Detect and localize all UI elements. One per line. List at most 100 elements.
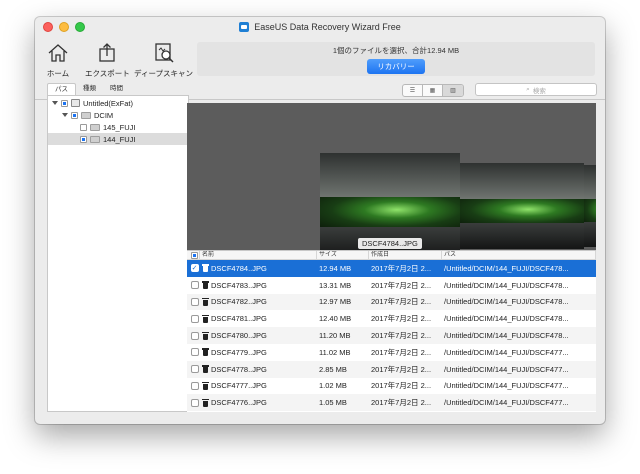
- row-checkbox[interactable]: [190, 331, 199, 340]
- file-path: /Untitled/DCIM/144_FUJI/DSCF478...: [444, 331, 569, 341]
- select-all-checkbox[interactable]: [187, 251, 200, 259]
- file-date: 2017年7月2日 2...: [371, 364, 432, 374]
- close-window-button[interactable]: [43, 22, 53, 32]
- file-path: /Untitled/DCIM/144_FUJI/DSCF477...: [444, 381, 569, 391]
- preview-view-icon[interactable]: ▥: [443, 85, 463, 96]
- row-checkbox[interactable]: [190, 398, 199, 407]
- tree-item-label: 144_FUJI: [103, 134, 136, 144]
- table-row[interactable]: DSCF4783..JPG 13.31 MB 2017年7月2日 2... /U…: [187, 277, 596, 294]
- row-checkbox[interactable]: ✓: [190, 264, 199, 273]
- file-name: DSCF4783..JPG: [211, 280, 267, 290]
- grid-view-icon[interactable]: ▦: [423, 85, 443, 96]
- zoom-window-button[interactable]: [75, 22, 85, 32]
- deleted-file-icon: [202, 348, 209, 357]
- deleted-file-icon: [202, 314, 209, 323]
- table-row[interactable]: DSCF4779..JPG 11.02 MB 2017年7月2日 2... /U…: [187, 344, 596, 361]
- table-row[interactable]: DSCF4777..JPG 1.02 MB 2017年7月2日 2... /Un…: [187, 378, 596, 395]
- home-button[interactable]: ホーム: [45, 41, 71, 79]
- tree-item-label: Untitled(ExFat): [83, 98, 134, 108]
- file-date: 2017年7月2日 2...: [371, 381, 432, 391]
- export-label: エクスポート: [85, 69, 130, 78]
- recover-button[interactable]: リカバリー: [367, 58, 425, 74]
- preview-pane: DSCF4784..JPG: [187, 103, 596, 250]
- file-date: 2017年7月2日 2...: [371, 398, 432, 408]
- search-input[interactable]: ⌕ 検索: [475, 83, 597, 96]
- column-header-date[interactable]: 作成日: [369, 251, 442, 259]
- title-bar: EaseUS Data Recovery Wizard Free: [35, 17, 605, 37]
- file-name: DSCF4776..JPG: [211, 398, 267, 408]
- home-label: ホーム: [46, 69, 70, 78]
- file-size: 12.97 MB: [319, 297, 352, 307]
- file-name: DSCF4777..JPG: [211, 381, 267, 391]
- export-icon: [99, 43, 116, 62]
- tab-type[interactable]: 種類: [76, 83, 103, 95]
- selection-status-panel: 1個のファイルを選択、合計12.94 MB リカバリー: [197, 42, 595, 76]
- file-path: /Untitled/DCIM/144_FUJI/DSCF477...: [444, 398, 569, 408]
- deep-scan-label: ディープスキャン: [134, 69, 194, 78]
- table-row[interactable]: ✓ DSCF4784..JPG 12.94 MB 2017年7月2日 2... …: [187, 260, 596, 277]
- row-checkbox[interactable]: [190, 281, 199, 290]
- app-window: EaseUS Data Recovery Wizard Free ホーム エクス…: [35, 17, 605, 424]
- table-row[interactable]: DSCF4781..JPG 12.40 MB 2017年7月2日 2... /U…: [187, 310, 596, 327]
- preview-image-next[interactable]: [460, 163, 584, 249]
- list-view-icon[interactable]: ☰: [403, 85, 423, 96]
- tree-item-label: 145_FUJI: [103, 122, 136, 132]
- export-button[interactable]: エクスポート: [85, 41, 130, 79]
- search-placeholder: 検索: [532, 87, 546, 95]
- row-checkbox[interactable]: [190, 297, 199, 306]
- table-row[interactable]: DSCF4776..JPG 1.05 MB 2017年7月2日 2... /Un…: [187, 394, 596, 412]
- folder-icon: [90, 123, 100, 131]
- tree-checkbox[interactable]: [61, 99, 68, 107]
- tree-checkbox[interactable]: [71, 111, 78, 119]
- table-row[interactable]: DSCF4782..JPG 12.97 MB 2017年7月2日 2... /U…: [187, 293, 596, 311]
- preview-image-next-2[interactable]: [584, 165, 596, 247]
- deleted-file-icon: [202, 281, 209, 290]
- file-name: DSCF4780..JPG: [211, 331, 267, 341]
- tree-item-untitled[interactable]: Untitled(ExFat): [52, 97, 188, 109]
- column-header-size[interactable]: サイズ: [317, 251, 369, 259]
- row-checkbox[interactable]: [190, 381, 199, 390]
- minimize-window-button[interactable]: [59, 22, 69, 32]
- table-row[interactable]: DSCF4778..JPG 2.85 MB 2017年7月2日 2... /Un…: [187, 360, 596, 378]
- deep-scan-icon: [154, 43, 174, 63]
- expand-triangle-icon[interactable]: [52, 101, 58, 105]
- file-name: DSCF4778..JPG: [211, 364, 267, 374]
- tree-item-144-fuji[interactable]: 144_FUJI: [48, 133, 188, 145]
- tree-item-145-fuji[interactable]: 145_FUJI: [80, 121, 188, 133]
- file-size: 11.20 MB: [319, 331, 351, 341]
- expand-triangle-icon[interactable]: [62, 113, 68, 117]
- preview-caption: DSCF4784..JPG: [358, 238, 422, 249]
- column-header-path[interactable]: パス: [442, 251, 596, 259]
- table-row[interactable]: DSCF4780..JPG 11.20 MB 2017年7月2日 2... /U…: [187, 327, 596, 344]
- home-icon: [48, 44, 68, 62]
- row-checkbox[interactable]: [190, 348, 199, 357]
- row-checkbox[interactable]: [190, 365, 199, 374]
- tree-checkbox[interactable]: [80, 135, 87, 143]
- window-controls: [43, 22, 85, 32]
- tab-time[interactable]: 時間: [103, 83, 130, 95]
- file-name: DSCF4782..JPG: [211, 297, 267, 307]
- folder-tree: Untitled(ExFat) DCIM 145_FUJI 144_FUJI: [47, 95, 189, 412]
- tree-item-label: DCIM: [94, 110, 114, 120]
- column-header-name[interactable]: 名前: [200, 251, 317, 259]
- preview-image-main[interactable]: [320, 153, 460, 250]
- tree-item-dcim[interactable]: DCIM: [62, 109, 188, 121]
- file-path: /Untitled/DCIM/144_FUJI/DSCF477...: [444, 347, 569, 357]
- sidebar-tabs: パス 種類 時間: [47, 82, 189, 95]
- tree-checkbox[interactable]: [80, 123, 87, 131]
- file-name: DSCF4781..JPG: [211, 314, 267, 324]
- file-size: 11.02 MB: [319, 347, 351, 357]
- file-name: DSCF4779..JPG: [211, 347, 267, 357]
- selection-status-text: 1個のファイルを選択、合計12.94 MB: [332, 45, 460, 55]
- file-date: 2017年7月2日 2...: [371, 314, 432, 324]
- search-icon: ⌕: [526, 85, 530, 93]
- table-header: 名前 サイズ 作成日 パス: [187, 251, 596, 260]
- deep-scan-button[interactable]: ディープスキャン: [134, 41, 193, 79]
- row-checkbox[interactable]: [190, 314, 199, 323]
- deleted-file-icon: [202, 297, 209, 306]
- file-path: /Untitled/DCIM/144_FUJI/DSCF478...: [444, 297, 569, 307]
- folder-icon: [90, 135, 100, 143]
- file-date: 2017年7月2日 2...: [371, 347, 432, 357]
- file-table: 名前 サイズ 作成日 パス ✓ DSCF4784..JPG 12.94 MB 2…: [187, 250, 596, 412]
- tab-path[interactable]: パス: [47, 83, 76, 95]
